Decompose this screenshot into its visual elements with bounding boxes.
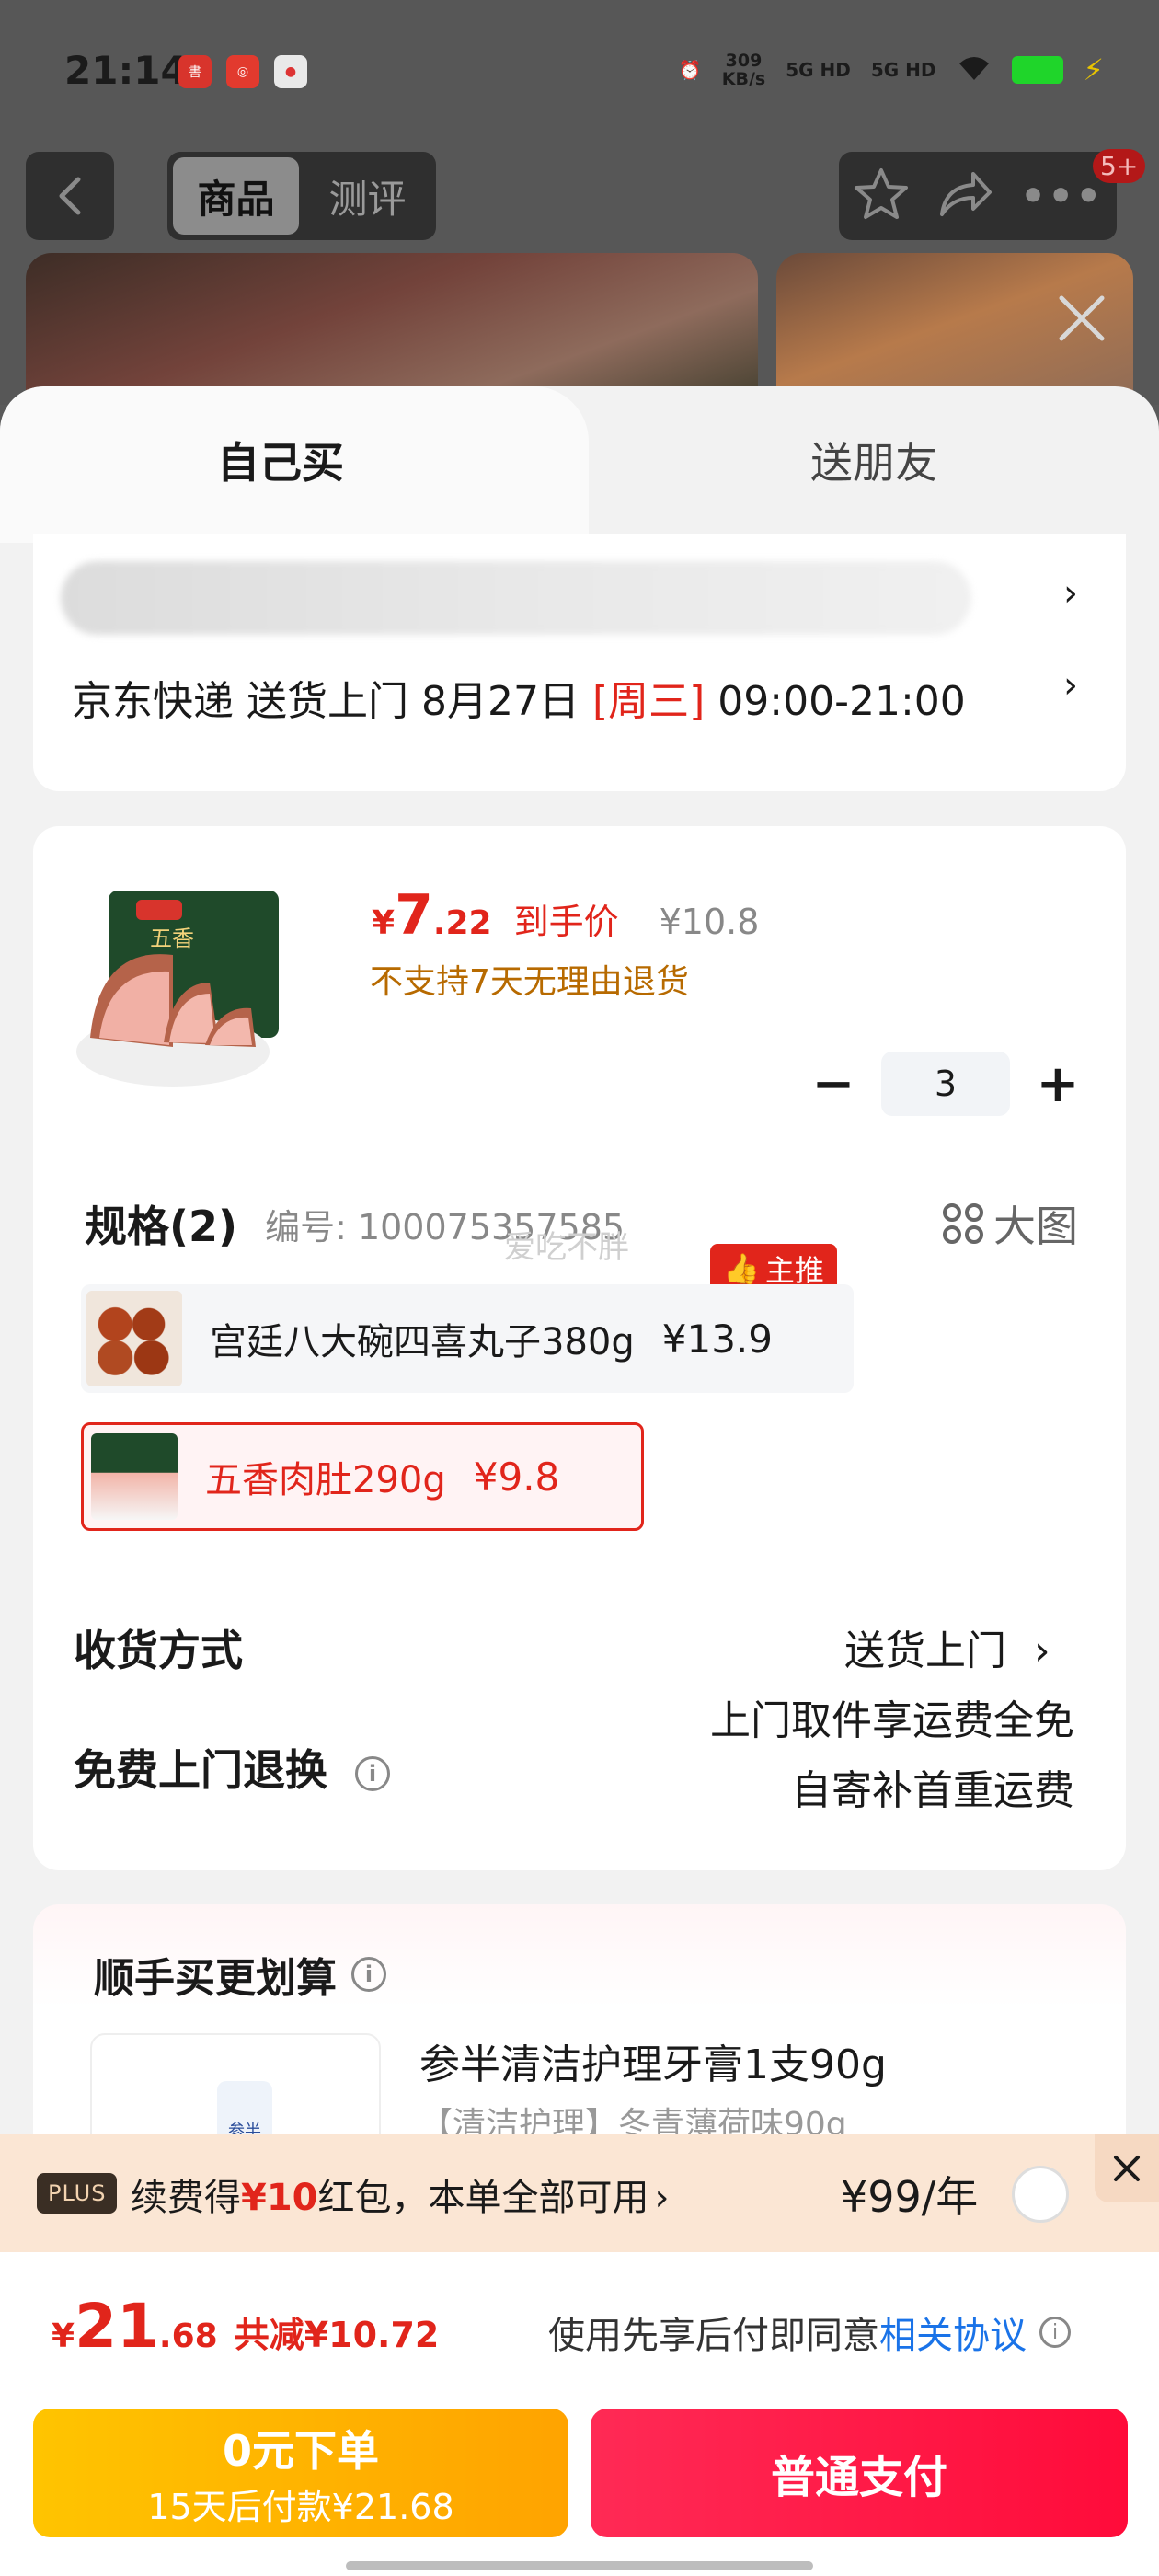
return-policy-note: 不支持7天无理由退货 <box>370 963 689 1001</box>
watermark: 爱吃不胖 <box>504 1229 629 1266</box>
address-redacted <box>61 561 971 635</box>
checkout-footer: ¥ 21 .68 共减¥10.72 使用先享后付即同意 相关协议 i 0元下单 15… <box>0 2252 1159 2576</box>
pay-now-button[interactable]: 普通支付 <box>591 2409 1128 2537</box>
status-time: 21:14 <box>64 48 188 93</box>
grid-icon <box>943 1203 983 1244</box>
chevron-left-icon <box>59 177 81 215</box>
info-icon[interactable]: i <box>355 1755 390 1791</box>
plus-price: ¥99/年 <box>841 2172 979 2222</box>
spec-option-meatballs[interactable]: 宫廷八大碗四喜丸子380g ¥13.9 <box>81 1284 854 1393</box>
favorite-star-icon[interactable] <box>853 167 910 225</box>
back-button[interactable] <box>26 152 114 240</box>
product-top-nav: 商品 测评 ••• 5+ <box>0 149 1159 244</box>
addon-card: 顺手买更划算 i 参半 参半清洁护理牙膏1支90g 【清洁护理】冬青薄荷味90g <box>33 1904 1126 2217</box>
total-discount: 共减¥10.72 <box>234 2315 440 2355</box>
spec-option-pork-belly[interactable]: 五香肉肚290g ¥9.8 <box>81 1422 644 1531</box>
total-price: ¥ 21 .68 共减¥10.72 <box>52 2291 440 2362</box>
home-indicator[interactable] <box>346 2561 813 2570</box>
addon-item-name[interactable]: 参半清洁护理牙膏1支90g <box>419 2031 887 2090</box>
delivery-method-label: 收货方式 <box>74 1626 243 1675</box>
signal-sim2-icon: 5G HD <box>870 59 936 81</box>
product-card: 五香 ¥ 7 .22 到手价 ¥10.8 不支持7天无理由退货 − 3 + 规格 <box>33 826 1126 1870</box>
address-card[interactable]: › 京东快递 送货上门 8月27日 [周三] 09:00-21:00 › <box>33 534 1126 791</box>
netease-music-icon: ◎ <box>226 55 259 88</box>
plus-select-radio[interactable] <box>1012 2166 1069 2223</box>
net-speed: 309 KB/s <box>721 51 766 89</box>
alarm-icon: ⏰ <box>678 59 702 81</box>
final-price-label: 到手价 <box>513 902 619 942</box>
xiaohongshu-app-icon: 書 <box>178 55 212 88</box>
status-indicators: ⏰ 309 KB/s 5G HD 5G HD ⚡ <box>679 52 1104 88</box>
purchase-sheet: 送朋友 自己买 › 京东快递 送货上门 8月27日 [周三] 09:00-21:… <box>0 386 1159 2576</box>
product-price: ¥ 7 .22 到手价 ¥10.8 <box>372 883 760 948</box>
free-return-label: 免费上门退换 i <box>74 1737 390 1798</box>
status-bar: 21:14 書 ◎ ● ⏰ 309 KB/s 5G HD 5G HD ⚡ <box>0 0 1159 138</box>
map-app-icon: ● <box>274 55 307 88</box>
delivery-time-line[interactable]: 京东快递 送货上门 8月27日 [周三] 09:00-21:00 <box>72 668 966 727</box>
plus-renew-bar[interactable]: PLUS 续费得¥10红包，本单全部可用 › ¥99/年 <box>0 2134 1159 2252</box>
chevron-right-icon: › <box>1063 664 1078 707</box>
nav-tab-group: 商品 测评 <box>167 152 436 240</box>
original-price: ¥10.8 <box>659 902 760 942</box>
share-icon[interactable] <box>936 168 993 224</box>
chevron-right-icon: › <box>1034 1627 1050 1674</box>
free-return-value: 上门取件享运费全免 自寄补首重运费 <box>710 1697 1074 1814</box>
battery-icon <box>1011 56 1063 84</box>
option-thumbnail <box>86 1291 182 1386</box>
decrease-button[interactable]: − <box>806 1054 861 1114</box>
svg-text:五香: 五香 <box>150 926 194 951</box>
tab-review[interactable]: 测评 <box>304 157 430 235</box>
signal-sim1-icon: 5G HD <box>786 59 851 81</box>
thumbs-up-icon: 👍 <box>723 1251 760 1286</box>
spec-title: 规格(2) <box>85 1202 238 1251</box>
gallery-close-icon[interactable] <box>1056 293 1107 344</box>
tab-buy-self[interactable]: 自己买 <box>0 386 589 543</box>
close-icon[interactable] <box>1095 2134 1159 2202</box>
tab-gift-friend[interactable]: 送朋友 <box>589 386 1159 534</box>
quantity-stepper: − 3 + <box>806 1052 1085 1116</box>
wifi-icon <box>957 54 992 86</box>
plus-badge: PLUS <box>37 2173 118 2214</box>
info-icon[interactable]: i <box>1039 2317 1071 2348</box>
chevron-right-icon: › <box>1063 572 1078 615</box>
big-image-toggle[interactable]: 大图 <box>942 1193 1078 1254</box>
nav-action-group: ••• <box>839 152 1117 240</box>
chevron-right-icon: › <box>654 2177 670 2219</box>
option-thumbnail <box>91 1433 178 1520</box>
increase-button[interactable]: + <box>1030 1054 1085 1114</box>
charging-icon: ⚡ <box>1083 52 1104 87</box>
agreement-text: 使用先享后付即同意 相关协议 i <box>548 2306 1071 2359</box>
plus-promo-text: 续费得¥10红包，本单全部可用 › <box>131 2177 670 2219</box>
notification-badge: 5+ <box>1093 149 1146 183</box>
agreement-link[interactable]: 相关协议 <box>879 2306 1027 2359</box>
pay-later-button[interactable]: 0元下单 15天后付款¥21.68 <box>33 2409 568 2537</box>
addon-title: 顺手买更划算 i <box>94 1945 386 2004</box>
quantity-field[interactable]: 3 <box>881 1052 1010 1116</box>
purchase-mode-tabs: 送朋友 自己买 <box>0 386 1159 543</box>
product-thumbnail[interactable]: 五香 <box>72 881 283 1093</box>
tab-goods[interactable]: 商品 <box>173 157 299 235</box>
delivery-method-value[interactable]: 送货上门 › <box>844 1617 1050 1676</box>
more-icon[interactable]: ••• <box>1020 173 1103 220</box>
info-icon[interactable]: i <box>351 1957 386 1992</box>
